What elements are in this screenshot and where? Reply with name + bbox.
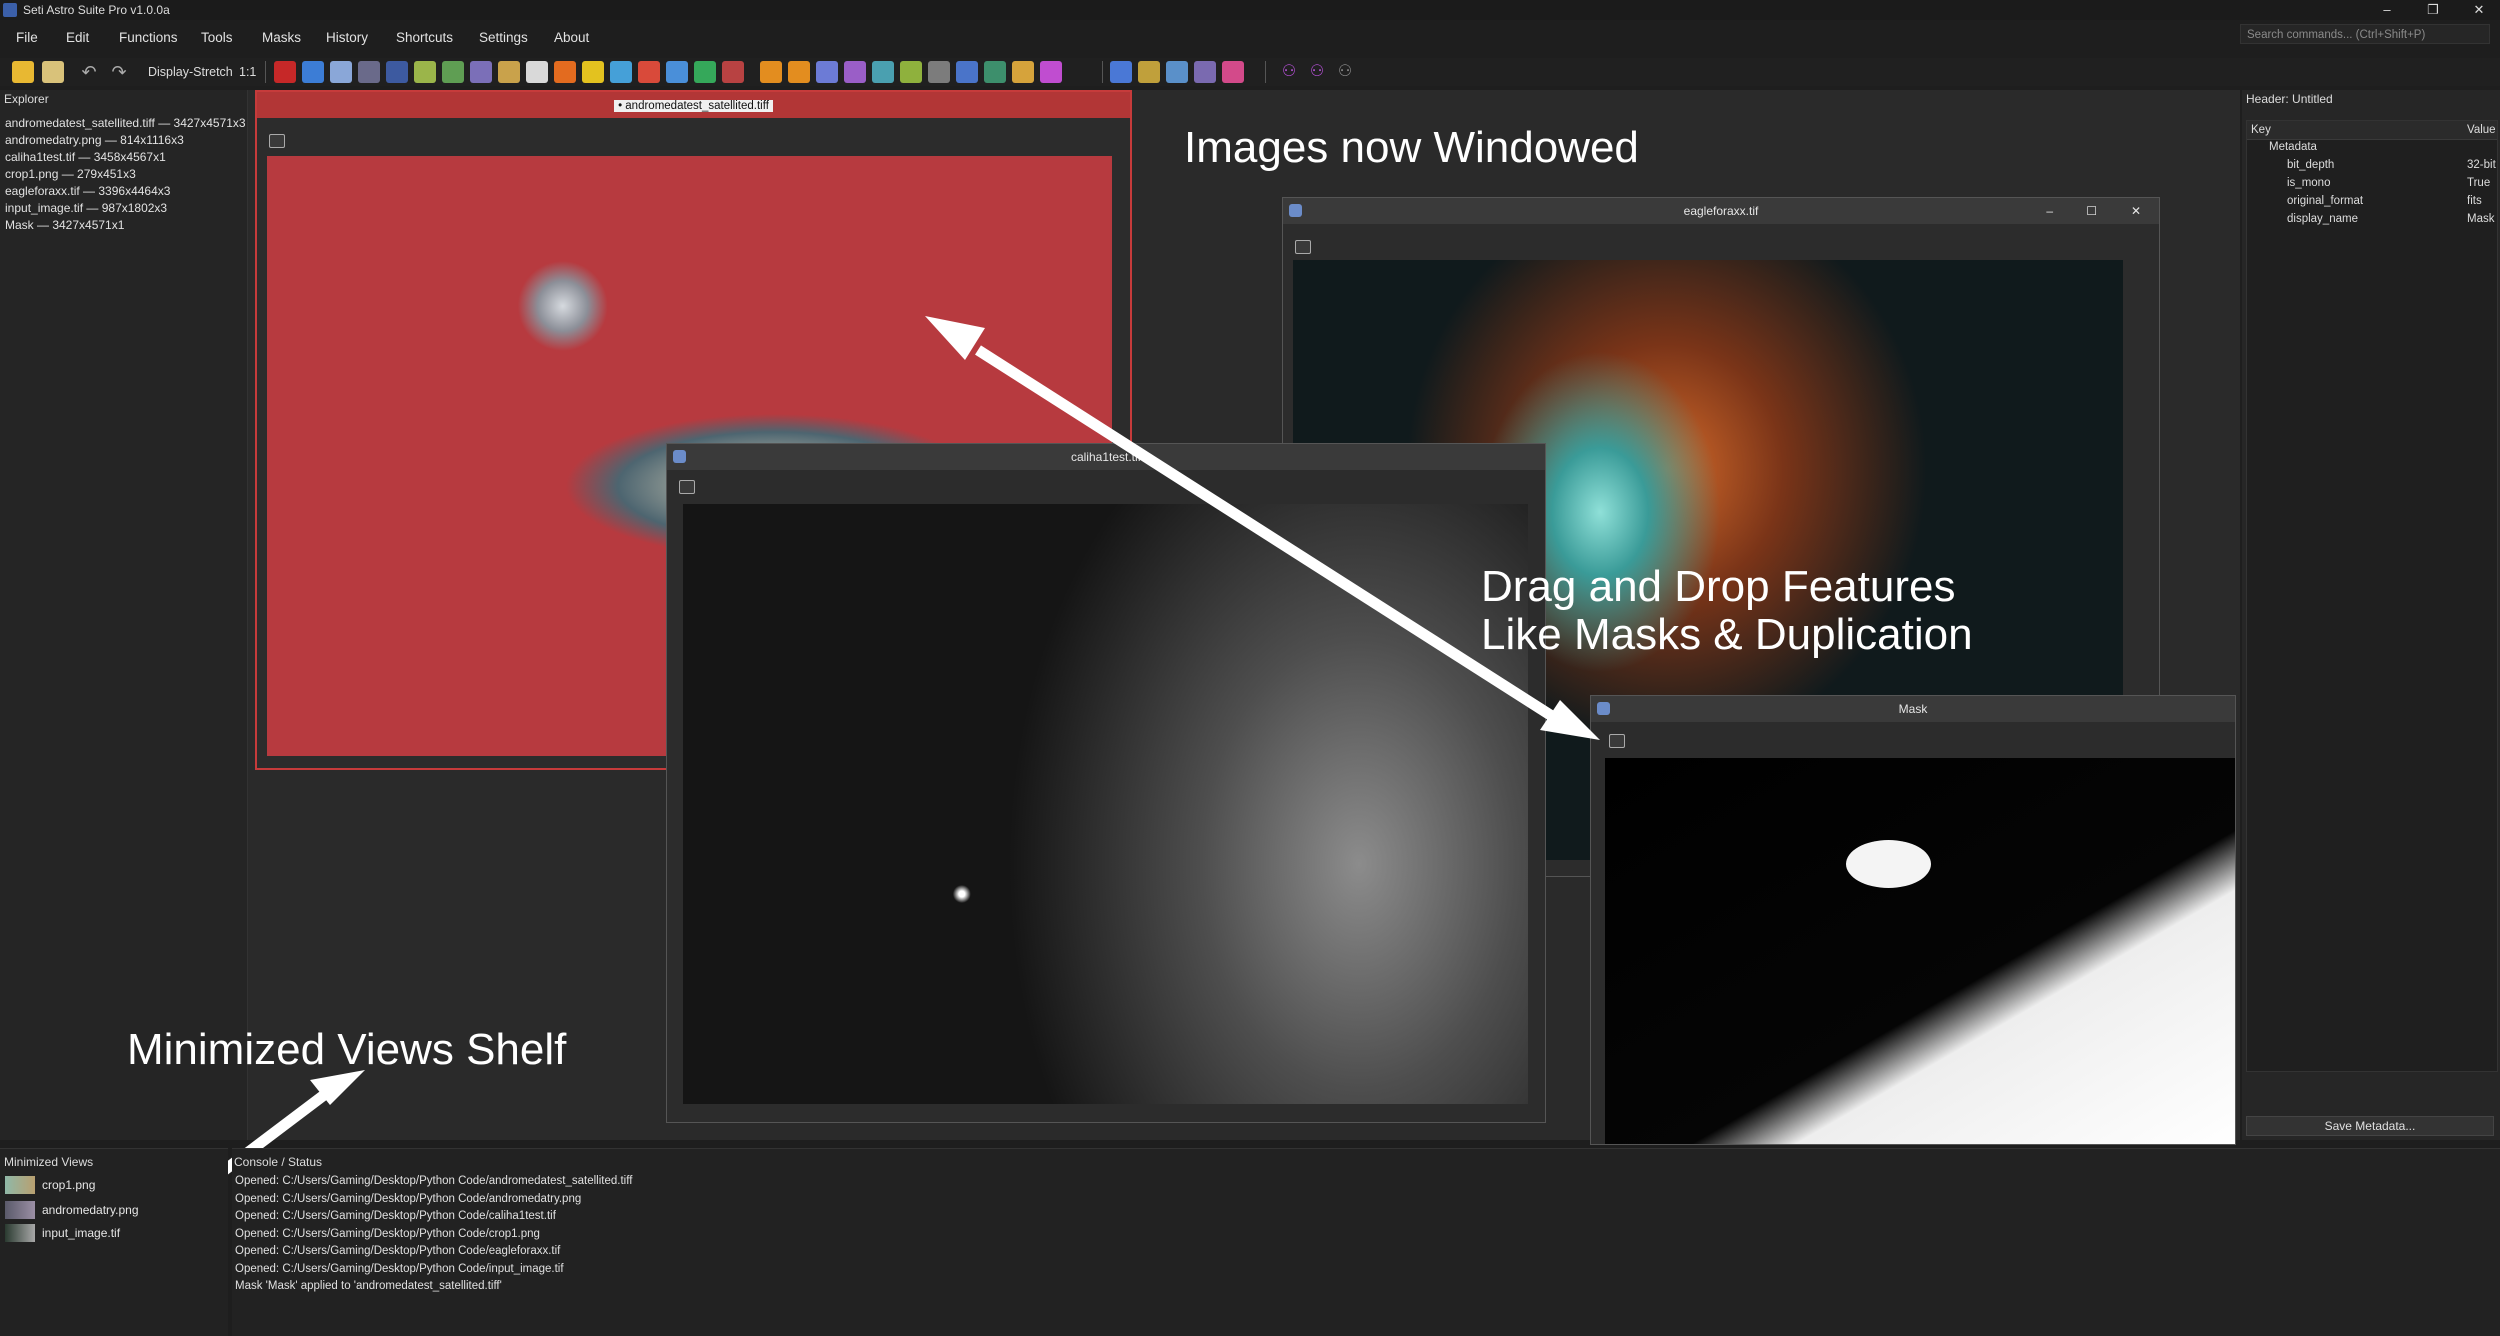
column-value[interactable]: Value <box>2467 124 2496 136</box>
column-key[interactable]: Key <box>2251 124 2271 136</box>
console-line: Opened: C:/Users/Gaming/Desktop/Python C… <box>235 1175 633 1187</box>
minimized-item[interactable]: crop1.png <box>42 1178 95 1192</box>
meta-value: fits <box>2467 195 2482 207</box>
thumbnail <box>5 1224 35 1242</box>
thumbnail <box>5 1201 35 1219</box>
meta-value: 32-bit <box>2467 159 2496 171</box>
tree-group-metadata[interactable]: Metadata <box>2269 141 2317 153</box>
arrow-head-down <box>1540 700 1600 740</box>
console-line: Opened: C:/Users/Gaming/Desktop/Python C… <box>235 1263 564 1275</box>
header-panel: Header: Untitled Key Value Metadata bit_… <box>2242 90 2500 1140</box>
minimized-views-panel: Minimized Views crop1.png andromedatry.p… <box>0 1148 228 1336</box>
minimized-item[interactable]: andromedatry.png <box>42 1203 139 1217</box>
meta-key: bit_depth <box>2287 159 2335 171</box>
header-title: Header: Untitled <box>2246 92 2333 106</box>
minimized-item[interactable]: input_image.tif <box>42 1226 120 1240</box>
console-line: Opened: C:/Users/Gaming/Desktop/Python C… <box>235 1228 540 1240</box>
meta-key: display_name <box>2287 213 2358 225</box>
meta-value: Mask <box>2467 213 2495 225</box>
meta-key: is_mono <box>2287 177 2331 189</box>
console-panel: Console / Status Opened: C:/Users/Gaming… <box>232 1148 2500 1336</box>
thumbnail <box>5 1176 35 1194</box>
drag-arrow-line <box>975 345 1569 730</box>
console-line: Opened: C:/Users/Gaming/Desktop/Python C… <box>235 1245 561 1257</box>
console-title: Console / Status <box>234 1155 323 1169</box>
meta-value: True <box>2467 177 2491 189</box>
save-metadata-button[interactable]: Save Metadata... <box>2246 1116 2494 1136</box>
console-line: Opened: C:/Users/Gaming/Desktop/Python C… <box>235 1193 582 1205</box>
annotation-arrows <box>158 316 1600 1218</box>
metadata-tree[interactable]: Key Value Metadata bit_depth 32-bit is_m… <box>2246 120 2498 1072</box>
meta-key: original_format <box>2287 195 2364 207</box>
console-line: Mask 'Mask' applied to 'andromedatest_sa… <box>235 1280 502 1292</box>
minimized-title: Minimized Views <box>4 1155 94 1169</box>
console-line: Opened: C:/Users/Gaming/Desktop/Python C… <box>235 1210 556 1222</box>
